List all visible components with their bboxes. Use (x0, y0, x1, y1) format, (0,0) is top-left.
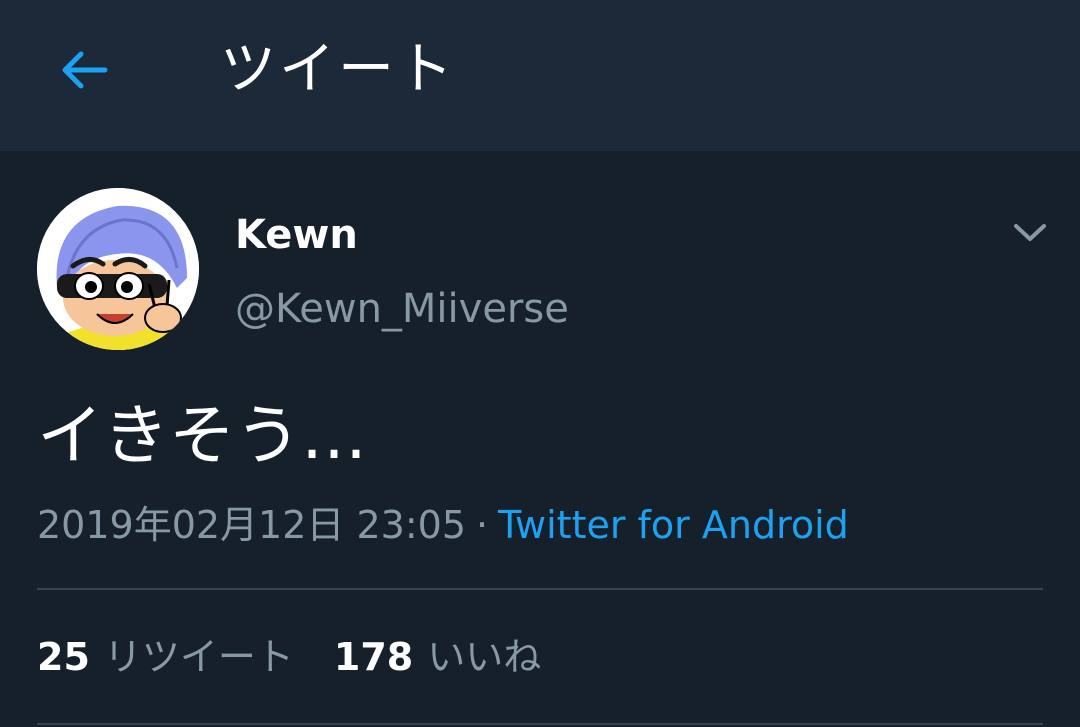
retweets-stat[interactable]: 25 リツイート (37, 635, 294, 679)
tweet-timestamp: 2019年02月12日 23:05 (37, 503, 467, 547)
user-avatar-cartoon (37, 188, 199, 350)
retweets-label: リツイート (103, 635, 294, 679)
metadata-separator: · (476, 503, 489, 547)
retweets-count: 25 (37, 635, 90, 679)
avatar[interactable] (37, 188, 199, 350)
back-button[interactable] (52, 44, 116, 96)
page-title: ツイート (220, 37, 456, 102)
chevron-down-icon (1014, 224, 1046, 241)
tweet-metadata: 2019年02月12日 23:05 · Twitter for Android (37, 499, 849, 551)
tweet-detail-screen: ツイート Kewn @Kewn_Miiverse イきそう… 2019年02月1… (0, 0, 1080, 727)
divider (37, 723, 1043, 725)
likes-count: 178 (333, 635, 414, 679)
top-app-bar: ツイート (0, 0, 1080, 151)
arrow-left-icon (62, 51, 108, 89)
likes-stat[interactable]: 178 いいね (334, 635, 541, 679)
tweet-text: イきそう… (37, 397, 367, 474)
tweet-source-link[interactable]: Twitter for Android (498, 503, 849, 547)
user-handle[interactable]: @Kewn_Miiverse (235, 283, 569, 335)
likes-label: いいね (427, 635, 542, 679)
display-name[interactable]: Kewn (235, 207, 358, 263)
engagement-stats: 25 リツイート 178 いいね (37, 630, 541, 684)
divider (37, 588, 1043, 590)
tweet-menu-button[interactable] (1004, 210, 1056, 256)
